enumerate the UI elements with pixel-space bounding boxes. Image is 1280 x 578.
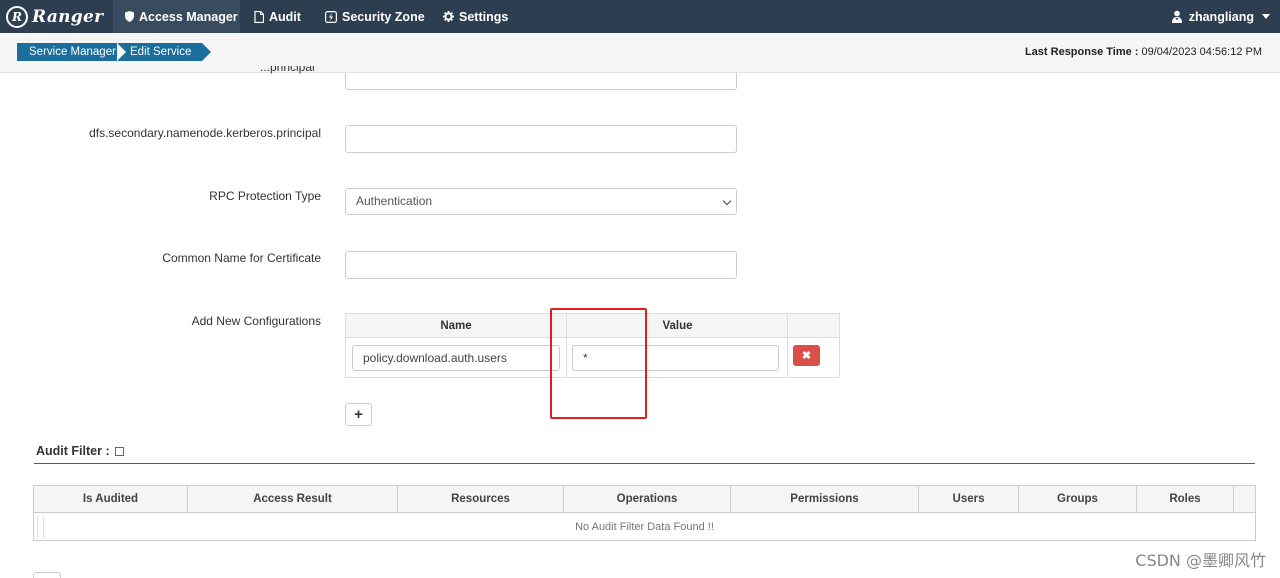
breadcrumb-bar: Service Manager Edit Service Last Respon… <box>0 33 1280 73</box>
secondary-principal-label: dfs.secondary.namenode.kerberos.principa… <box>89 126 321 140</box>
partial-button[interactable] <box>33 572 61 578</box>
delete-config-button[interactable]: ✖ <box>793 345 820 366</box>
user-menu[interactable]: zhangliang <box>1170 0 1270 33</box>
zone-bolt-icon <box>325 10 337 23</box>
nav-settings[interactable]: Settings <box>443 0 508 33</box>
breadcrumb-edit-service[interactable]: Edit Service <box>117 43 211 61</box>
nav-access-manager-label: Access Manager <box>139 9 238 24</box>
gear-icon <box>443 11 454 22</box>
secondary-principal-input[interactable] <box>345 125 737 153</box>
nav-access-manager[interactable]: Access Manager <box>113 0 240 33</box>
column-header-operations[interactable]: Operations <box>564 486 730 513</box>
config-name-input[interactable]: policy.download.auth.users <box>352 345 560 371</box>
partial-field-label-text: ...principal <box>260 66 315 74</box>
last-response-value: 09/04/2023 04:56:12 PM <box>1141 46 1262 58</box>
audit-filter-empty-message: No Audit Filter Data Found !! <box>575 521 714 533</box>
config-header-action <box>788 314 839 338</box>
column-header-roles[interactable]: Roles <box>1137 486 1233 513</box>
brand-name: Ranger <box>32 7 104 27</box>
nav-audit[interactable]: Audit <box>254 0 301 33</box>
plus-icon: + <box>354 406 363 423</box>
close-icon: ✖ <box>801 350 812 362</box>
rpc-protection-label: RPC Protection Type <box>209 189 321 203</box>
breadcrumb-service-manager[interactable]: Service Manager <box>17 43 126 61</box>
chevron-down-icon <box>722 196 732 206</box>
add-config-button[interactable]: + <box>345 403 372 426</box>
ranger-logo-icon: R <box>6 6 28 28</box>
breadcrumb-service-manager-label: Service Manager <box>29 46 116 58</box>
rpc-protection-value: Authentication <box>356 194 433 208</box>
nav-settings-label: Settings <box>459 9 509 24</box>
config-header-name: Name <box>346 314 566 338</box>
watermark: CSDN @墨卿风竹 <box>1135 551 1266 570</box>
column-divider <box>787 314 788 378</box>
username: zhangliang <box>1188 9 1254 24</box>
audit-filter-title: Audit Filter : <box>36 444 124 458</box>
audit-filter-checkbox[interactable] <box>114 446 124 456</box>
add-config-label: Add New Configurations <box>191 314 321 328</box>
column-header-permissions[interactable]: Permissions <box>731 486 918 513</box>
audit-filter-table: Is Audited Access Result Resources Opera… <box>33 485 1256 541</box>
rpc-protection-select[interactable]: Authentication <box>345 188 737 215</box>
brand[interactable]: R Ranger <box>6 5 103 29</box>
user-group-icon <box>1170 10 1184 24</box>
column-header-users[interactable]: Users <box>919 486 1018 513</box>
last-response-time: Last Response Time : 09/04/2023 04:56:12… <box>1025 46 1262 58</box>
top-navbar: R Ranger Access Manager Audit Security Z… <box>0 0 1280 33</box>
column-header-resources[interactable]: Resources <box>398 486 563 513</box>
nav-security-zone[interactable]: Security Zone <box>325 0 425 33</box>
nav-audit-label: Audit <box>269 9 301 24</box>
column-header-is-audited[interactable]: Is Audited <box>34 486 187 513</box>
chevron-down-icon <box>1262 14 1270 19</box>
last-response-label: Last Response Time : <box>1024 46 1139 58</box>
nav-security-zone-label: Security Zone <box>342 9 425 24</box>
shield-icon <box>125 11 134 22</box>
section-divider <box>34 463 1255 464</box>
highlight-annotation-box <box>550 308 647 419</box>
breadcrumb-edit-service-label: Edit Service <box>130 46 192 58</box>
partial-field-label: ...principal <box>260 66 321 76</box>
file-icon <box>254 10 264 23</box>
common-name-label: Common Name for Certificate <box>162 251 321 265</box>
partial-field-input[interactable] <box>345 73 737 90</box>
column-header-actions <box>1234 486 1255 513</box>
column-header-access-result[interactable]: Access Result <box>188 486 397 513</box>
column-header-groups[interactable]: Groups <box>1019 486 1136 513</box>
common-name-input[interactable] <box>345 251 737 279</box>
audit-filter-label: Audit Filter : <box>36 444 110 458</box>
